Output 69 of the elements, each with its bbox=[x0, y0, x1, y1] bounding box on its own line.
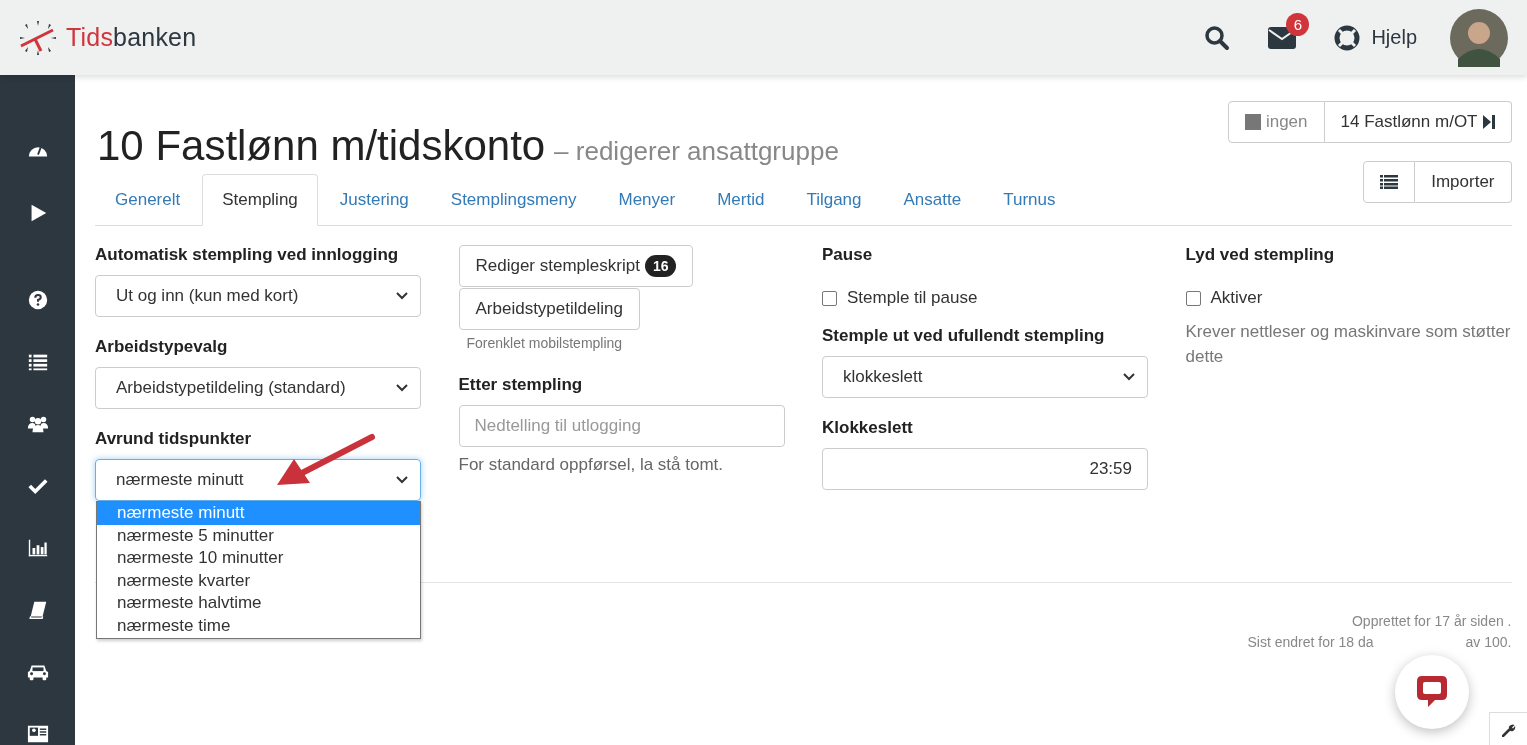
hint-text: Forenklet mobilstempling bbox=[465, 335, 623, 351]
dropdown[interactable]: Arbeidstypetildeling (standard) bbox=[95, 367, 421, 409]
action-button[interactable]: Rediger stempleskript 16 bbox=[458, 245, 694, 287]
field-label: Avrund tidspunkter bbox=[95, 429, 252, 449]
lifebuoy-icon bbox=[1334, 24, 1361, 51]
chevron-down-icon bbox=[396, 292, 408, 300]
tab[interactable]: Turnus bbox=[983, 174, 1076, 226]
tab[interactable]: Stempling bbox=[202, 174, 318, 226]
dropdown[interactable]: Ut og inn (kun med kort) bbox=[95, 275, 421, 317]
count-badge: 16 bbox=[644, 255, 677, 277]
tab[interactable]: Justering bbox=[319, 174, 429, 226]
help-icon[interactable] bbox=[26, 289, 49, 311]
avatar[interactable] bbox=[1450, 8, 1508, 67]
id-card-icon[interactable] bbox=[26, 723, 49, 745]
message-count-badge: 6 bbox=[1286, 12, 1310, 36]
changed-text: av 100. bbox=[1465, 633, 1512, 652]
action-button[interactable]: Arbeidstypetildeling bbox=[458, 288, 640, 330]
tab[interactable]: Menyer bbox=[598, 174, 696, 226]
chevron-down-icon bbox=[396, 476, 408, 484]
checkbox-label[interactable]: Aktiver bbox=[1210, 288, 1263, 308]
tab[interactable]: Mertid bbox=[697, 174, 785, 226]
checkbox[interactable] bbox=[1185, 290, 1201, 306]
help-text: For standard oppførsel, la stå tomt. bbox=[458, 455, 724, 475]
help-link[interactable]: Hjelp bbox=[1334, 24, 1417, 51]
field-label: Pause bbox=[822, 245, 873, 265]
tab[interactable]: Tilgang bbox=[786, 174, 882, 226]
input-field[interactable]: Nedtelling til utlogging bbox=[458, 405, 785, 447]
previous-group-button[interactable]: ingen bbox=[1227, 101, 1325, 143]
chevron-down-icon bbox=[396, 384, 408, 392]
field-label: Lyd ved stempling bbox=[1185, 245, 1335, 265]
field-label: Etter stempling bbox=[458, 375, 583, 395]
skip-forward-icon bbox=[1482, 114, 1495, 130]
field-label: Klokkeslett bbox=[822, 418, 913, 438]
changed-text: Sist endret for 18 da bbox=[1247, 633, 1374, 652]
logo-wordmark: Tidsbanken bbox=[66, 23, 197, 52]
tab[interactable]: Generelt bbox=[95, 174, 201, 226]
note-text: Krever nettleser og maskinvare som støtter dette bbox=[1185, 321, 1512, 368]
bar-chart-icon[interactable] bbox=[26, 537, 49, 559]
chevron-down-icon bbox=[1123, 373, 1135, 381]
field-label: Arbeidstypevalg bbox=[95, 337, 228, 357]
field-label: Stemple ut ved ufullendt stempling bbox=[822, 326, 1105, 346]
dropdown-option[interactable]: nærmeste 5 minutter bbox=[97, 524, 420, 548]
checkbox[interactable] bbox=[822, 290, 837, 306]
dropdown-option[interactable]: nærmeste halvtime bbox=[97, 592, 420, 615]
dropdown-option[interactable]: nærmeste 10 minutter bbox=[97, 547, 420, 570]
dropdown[interactable]: klokkeslett bbox=[822, 356, 1148, 398]
wrench-button[interactable] bbox=[1489, 712, 1527, 745]
dropdown-option[interactable]: nærmeste time bbox=[97, 614, 420, 638]
field-label: Automatisk stempling ved innlogging bbox=[95, 245, 399, 265]
book-icon[interactable] bbox=[26, 599, 49, 621]
list-icon bbox=[1380, 175, 1399, 189]
list-view-button[interactable] bbox=[1363, 161, 1416, 203]
time-field[interactable]: 23:59 bbox=[822, 448, 1148, 490]
speech-bubble-icon bbox=[1415, 674, 1449, 710]
clock-logo-icon bbox=[18, 18, 58, 57]
next-group-button[interactable]: 14 Fastlønn m/OT bbox=[1324, 101, 1512, 143]
created-text: Opprettet for 17 år siden . bbox=[1351, 612, 1512, 631]
page-title: 10 Fastlønn m/tidskonto bbox=[97, 122, 546, 169]
checkbox-label[interactable]: Stemple til pause bbox=[847, 288, 978, 308]
chat-button[interactable] bbox=[1395, 655, 1469, 729]
tab[interactable]: Stemplingsmeny bbox=[430, 174, 597, 226]
import-button[interactable]: Importer bbox=[1415, 161, 1512, 203]
wrench-icon bbox=[1501, 723, 1516, 737]
tab[interactable]: Ansatte bbox=[883, 174, 982, 226]
dropdown[interactable]: nærmeste minutt bbox=[95, 459, 421, 501]
search-icon[interactable] bbox=[1204, 24, 1231, 51]
dropdown-option[interactable]: nærmeste kvarter bbox=[97, 569, 420, 593]
page-subtitle: – redigerer ansattgruppe bbox=[554, 136, 839, 166]
square-icon bbox=[1244, 114, 1261, 130]
